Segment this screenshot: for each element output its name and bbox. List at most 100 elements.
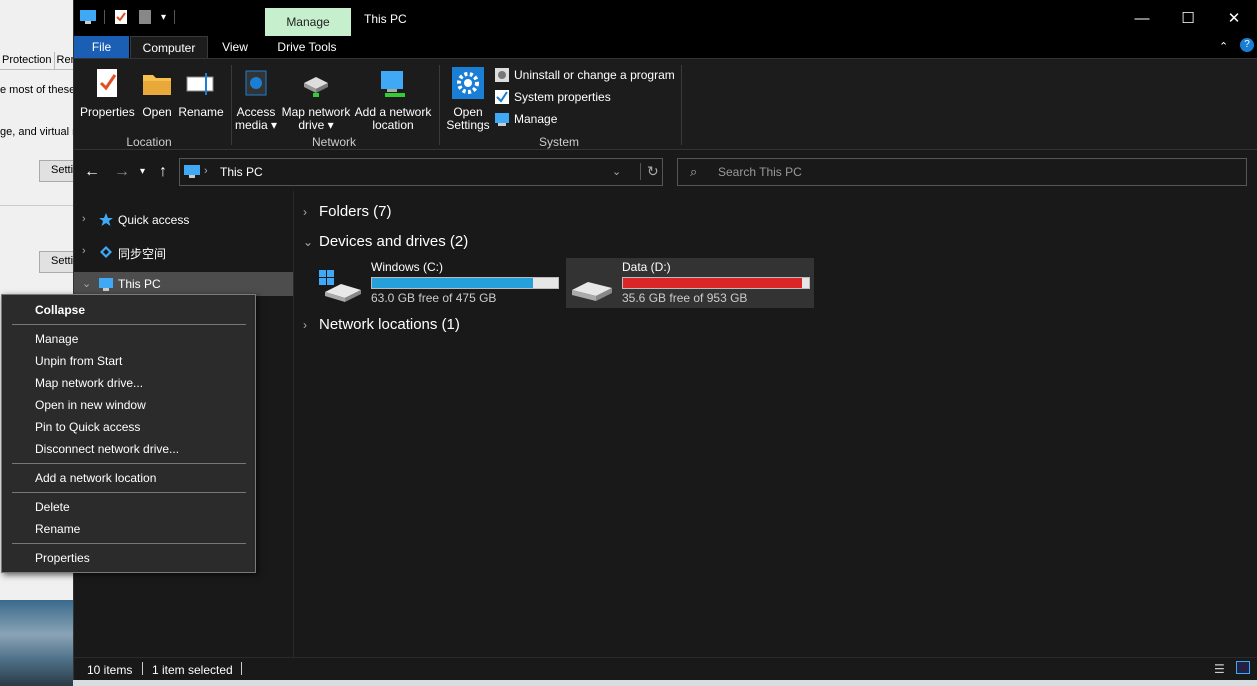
group-folders[interactable]: › Folders (7) xyxy=(303,203,392,220)
uninstall-icon xyxy=(495,68,509,82)
hard-drive-icon xyxy=(572,282,612,301)
menu-item-open-new-window[interactable]: Open in new window xyxy=(35,398,146,412)
recent-locations-chevron-icon[interactable]: ▾ xyxy=(140,166,145,177)
access-media-label-2: media ▾ xyxy=(234,118,278,132)
expand-chevron-icon[interactable]: › xyxy=(82,245,86,257)
menu-item-unpin-start[interactable]: Unpin from Start xyxy=(35,354,122,368)
menu-item-delete[interactable]: Delete xyxy=(35,500,70,514)
help-icon[interactable]: ? xyxy=(1240,38,1254,52)
tab-file[interactable]: File xyxy=(74,36,129,58)
menu-separator xyxy=(12,543,246,544)
search-box[interactable]: ⌕ Search This PC xyxy=(677,158,1247,186)
menu-item-disconnect-network-drive[interactable]: Disconnect network drive... xyxy=(35,442,179,456)
refresh-icon[interactable]: ↻ xyxy=(640,163,659,180)
context-menu: Collapse Manage Unpin from Start Map net… xyxy=(1,294,256,573)
menu-item-map-network-drive[interactable]: Map network drive... xyxy=(35,376,143,390)
network-drive-icon xyxy=(304,77,328,97)
rename-ribbon-button[interactable]: Rename xyxy=(178,67,224,119)
properties-label: Properties xyxy=(80,105,135,119)
add-network-location-button[interactable]: Add a network location xyxy=(354,67,432,132)
large-icons-view-icon[interactable] xyxy=(1236,661,1250,674)
tab-computer[interactable]: Computer xyxy=(130,36,208,58)
background-tab-protection[interactable]: Protection xyxy=(0,52,55,69)
manage-button[interactable]: Manage xyxy=(494,111,557,127)
ribbon-tabs: File Computer View Drive Tools ⌃ ? xyxy=(74,36,1257,58)
tab-view[interactable]: View xyxy=(214,36,256,58)
open-ribbon-button[interactable]: Open xyxy=(138,67,176,119)
search-icon: ⌕ xyxy=(690,164,698,179)
system-properties-button[interactable]: System properties xyxy=(494,89,611,105)
background-text-line1: e most of these xyxy=(0,84,73,96)
group-folders-label: Folders (7) xyxy=(319,203,392,220)
background-tab-remote[interactable]: Rem xyxy=(55,52,73,69)
drive-usage-fill xyxy=(623,278,803,288)
minimize-button[interactable]: — xyxy=(1119,8,1165,30)
drive-usage-fill xyxy=(372,278,534,288)
drive-name: Windows (C:) xyxy=(371,260,444,274)
media-icon xyxy=(245,70,267,96)
quick-access-toolbar: ▾ xyxy=(80,10,176,24)
menu-item-pin-quick-access[interactable]: Pin to Quick access xyxy=(35,420,140,434)
background-settings-button-2[interactable]: Setti xyxy=(39,251,73,273)
address-dropdown-icon[interactable]: ⌄ xyxy=(612,165,621,178)
uninstall-program-button[interactable]: Uninstall or change a program xyxy=(494,67,675,83)
address-path[interactable]: This PC xyxy=(220,165,263,179)
collapse-ribbon-icon[interactable]: ⌃ xyxy=(1219,40,1228,53)
new-folder-qat-icon[interactable] xyxy=(137,10,153,24)
nav-label: Quick access xyxy=(118,213,190,227)
details-view-icon[interactable]: ☰ xyxy=(1214,662,1225,676)
group-collapse-chevron-icon[interactable]: ⌄ xyxy=(303,235,313,249)
system-group-label: System xyxy=(538,135,579,149)
nav-item-this-pc[interactable]: ⌄ This PC xyxy=(74,272,293,296)
access-media-button[interactable]: Access media ▾ xyxy=(234,67,278,132)
star-icon xyxy=(99,213,113,226)
menu-item-rename[interactable]: Rename xyxy=(35,522,80,536)
qat-dropdown-icon[interactable]: ▾ xyxy=(161,12,166,23)
close-button[interactable]: ✕ xyxy=(1211,8,1257,30)
window-title: This PC xyxy=(364,12,407,26)
properties-ribbon-button[interactable]: Properties xyxy=(80,67,135,119)
tab-drive-tools[interactable]: Drive Tools xyxy=(269,36,345,58)
group-expand-chevron-icon[interactable]: › xyxy=(303,318,311,332)
background-settings-button-1[interactable]: Setti xyxy=(39,160,73,182)
search-input[interactable]: Search This PC xyxy=(718,165,802,179)
background-divider xyxy=(0,205,73,206)
nav-item-sync-space[interactable]: › 同步空间 xyxy=(74,240,293,264)
menu-item-manage[interactable]: Manage xyxy=(35,332,78,346)
up-arrow-icon[interactable]: ↑ xyxy=(159,163,167,181)
menu-item-add-network-location[interactable]: Add a network location xyxy=(35,471,156,485)
collapse-chevron-icon[interactable]: ⌄ xyxy=(82,277,91,290)
group-network-locations[interactable]: › Network locations (1) xyxy=(303,316,460,333)
properties-icon xyxy=(97,69,117,97)
properties-qat-icon[interactable] xyxy=(113,10,129,24)
rename-icon xyxy=(186,73,214,95)
nav-label: 同步空间 xyxy=(118,247,167,261)
menu-item-properties[interactable]: Properties xyxy=(35,551,90,565)
map-drive-label-2: drive ▾ xyxy=(298,118,334,132)
expand-chevron-icon[interactable]: › xyxy=(82,213,86,225)
open-label: Open xyxy=(142,105,172,119)
breadcrumb-chevron-icon[interactable]: › xyxy=(204,165,208,177)
drive-tile[interactable]: Data (D:) 35.6 GB free of 953 GB xyxy=(566,258,814,308)
group-expand-chevron-icon[interactable]: › xyxy=(303,205,311,219)
group-network-label: Network locations (1) xyxy=(319,316,460,333)
menu-separator xyxy=(12,492,246,493)
group-devices-label: Devices and drives (2) xyxy=(319,233,469,250)
map-network-drive-button[interactable]: Map network drive ▾ xyxy=(280,67,352,132)
drive-usage-bar xyxy=(622,277,810,289)
group-devices-drives[interactable]: ⌄ Devices and drives (2) xyxy=(303,233,468,250)
maximize-button[interactable]: ☐ xyxy=(1165,8,1211,30)
forward-arrow-icon[interactable]: → xyxy=(114,163,130,181)
drive-free-space: 63.0 GB free of 475 GB xyxy=(371,291,497,305)
nav-item-quick-access[interactable]: › Quick access xyxy=(74,208,293,232)
content-pane: › Folders (7) ⌄ Devices and drives (2) W… xyxy=(295,191,1257,657)
menu-item-collapse[interactable]: Collapse xyxy=(35,303,85,317)
open-settings-button[interactable]: Open Settings xyxy=(444,67,492,132)
status-divider xyxy=(241,662,242,675)
uninstall-label: Uninstall or change a program xyxy=(514,68,675,82)
address-bar[interactable]: › This PC ⌄ ↻ xyxy=(179,158,663,186)
back-arrow-icon[interactable]: ← xyxy=(84,163,100,181)
manage-contextual-tab[interactable]: Manage xyxy=(265,8,351,36)
drive-tile[interactable]: Windows (C:) 63.0 GB free of 475 GB xyxy=(315,258,563,308)
qat-divider-2 xyxy=(174,10,176,24)
